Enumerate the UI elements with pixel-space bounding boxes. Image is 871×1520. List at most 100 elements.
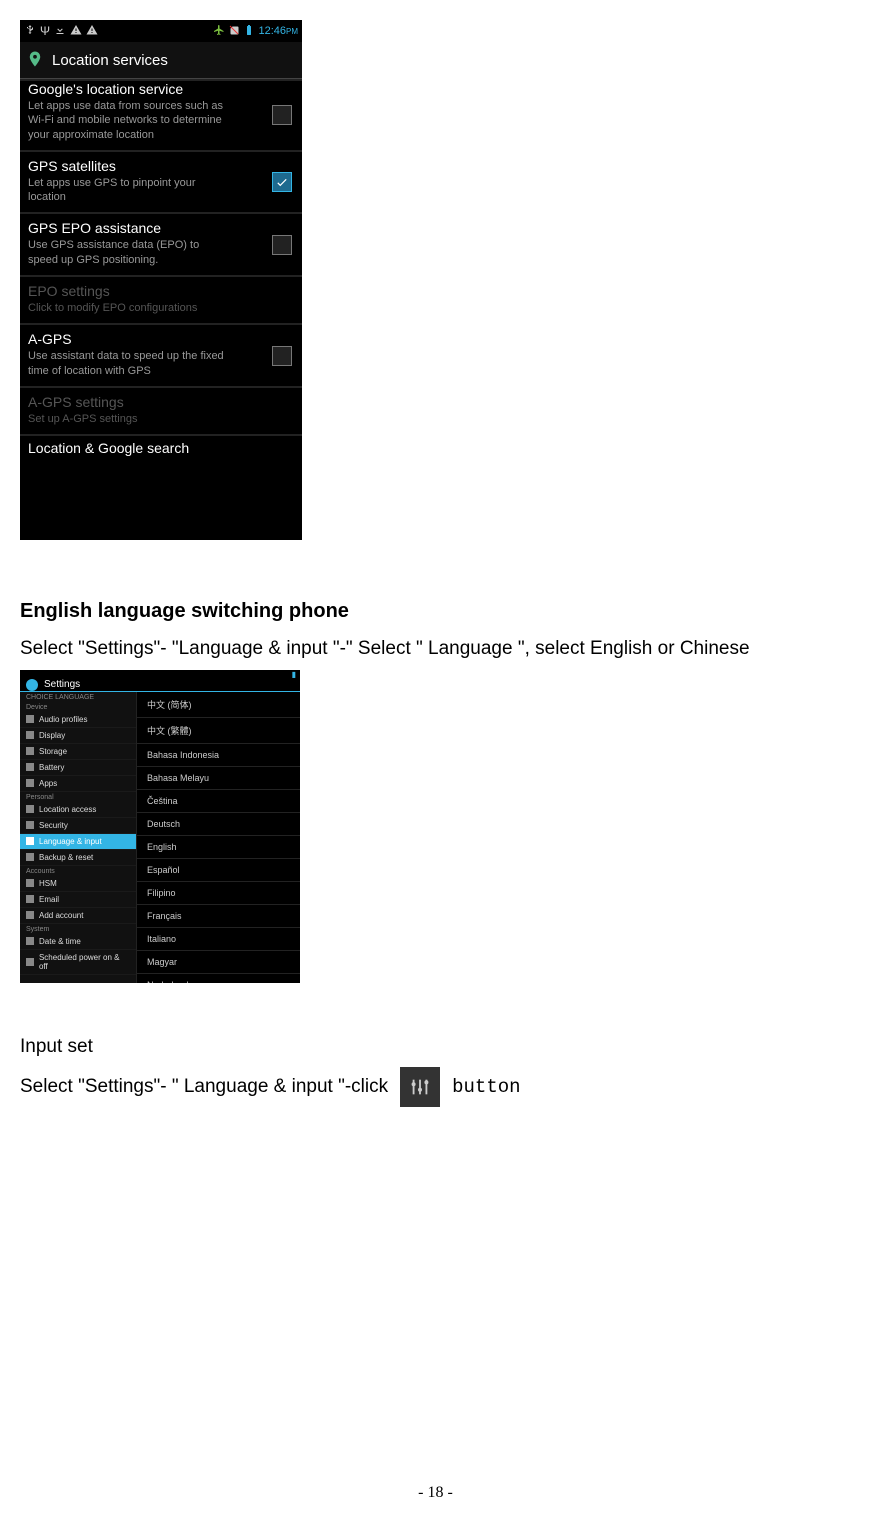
sidebar-section: System	[20, 924, 136, 934]
sidebar-item-label: Apps	[39, 779, 57, 788]
psi-icon: Ψ	[40, 24, 50, 38]
sidebar-section: Personal	[20, 792, 136, 802]
sidebar-item-label: Security	[39, 821, 68, 830]
clock-time: 12:46	[258, 25, 286, 37]
input-set-instruction-line: Select "Settings"- " Language & input "-…	[20, 1067, 841, 1107]
bullet-icon	[26, 853, 34, 861]
language-option[interactable]: Español	[137, 859, 300, 882]
language-option[interactable]: Français	[137, 905, 300, 928]
sidebar-item-label: HSM	[39, 879, 57, 888]
paragraph-input-set-prefix: Select "Settings"- " Language & input "-…	[20, 1076, 388, 1098]
language-option[interactable]: Nederlands	[137, 974, 300, 983]
sidebar-item-label: Email	[39, 895, 59, 904]
clock-ampm: PM	[286, 27, 298, 36]
sidebar-item-label: Add account	[39, 911, 83, 920]
sidebar-item[interactable]: Add account	[20, 908, 136, 924]
sidebar-item[interactable]: Apps	[20, 776, 136, 792]
bullet-icon	[26, 837, 34, 845]
setting-desc: Let apps use data from sources such as W…	[28, 99, 228, 142]
sidebar-item[interactable]: Storage	[20, 744, 136, 760]
status-bar: Ψ	[20, 20, 302, 42]
sidebar-item[interactable]: Email	[20, 892, 136, 908]
setting-agps[interactable]: A-GPS Use assistant data to speed up the…	[20, 323, 302, 386]
checkbox-unchecked[interactable]	[272, 346, 292, 366]
heading-input-set: Input set	[20, 1033, 841, 1062]
sidebar-item[interactable]: Date & time	[20, 934, 136, 950]
equalizer-icon	[409, 1076, 431, 1098]
screenshot-location-services: Ψ	[20, 20, 302, 540]
setting-title: EPO settings	[28, 283, 294, 299]
language-option[interactable]: Filipino	[137, 882, 300, 905]
language-option[interactable]: Bahasa Melayu	[137, 767, 300, 790]
screenshot-language-settings: ▮ Settings CHOICE LANGUAGE Device Audio p…	[20, 670, 300, 983]
location-icon	[26, 50, 44, 71]
bullet-icon	[26, 895, 34, 903]
battery-icon: ▮	[292, 670, 296, 679]
heading-language-switch: English language switching phone	[20, 600, 841, 623]
setting-gps-satellites[interactable]: GPS satellites Let apps use GPS to pinpo…	[20, 150, 302, 213]
sidebar-item[interactable]: Security	[20, 818, 136, 834]
language-option[interactable]: Magyar	[137, 951, 300, 974]
bullet-icon	[26, 747, 34, 755]
language-option[interactable]: Čeština	[137, 790, 300, 813]
setting-epo-settings: EPO settings Click to modify EPO configu…	[20, 275, 302, 323]
setting-location-google-search: Location & Google search	[20, 434, 302, 456]
sidebar-item[interactable]: Battery	[20, 760, 136, 776]
airplane-icon	[213, 24, 225, 39]
app-bar-2: Settings	[20, 679, 300, 692]
language-list: 中文 (简体)中文 (繁體)Bahasa IndonesiaBahasa Mel…	[137, 692, 300, 983]
sidebar-item[interactable]: Language & input	[20, 834, 136, 850]
download-icon	[54, 24, 66, 39]
setting-gps-epo[interactable]: GPS EPO assistance Use GPS assistance da…	[20, 212, 302, 275]
sidebar-item[interactable]: Audio profiles	[20, 712, 136, 728]
language-option[interactable]: 中文 (繁體)	[137, 718, 300, 744]
setting-desc: Set up A-GPS settings	[28, 412, 228, 426]
sidebar-section: Device	[20, 702, 136, 712]
setting-title: GPS EPO assistance	[28, 220, 294, 236]
language-option[interactable]: 中文 (简体)	[137, 692, 300, 718]
appbar-title: Location services	[52, 52, 168, 69]
sidebar-section: CHOICE LANGUAGE	[20, 692, 136, 702]
paragraph-language-instructions: Select "Settings"- "Language & input "-"…	[20, 635, 841, 664]
language-option[interactable]: Bahasa Indonesia	[137, 744, 300, 767]
setting-google-location[interactable]: Google's location service Let apps use d…	[20, 79, 302, 150]
sidebar-section: Accounts	[20, 866, 136, 876]
sidebar-item[interactable]: Backup & reset	[20, 850, 136, 866]
sidebar-items-container: Device Audio profiles Display Storage Batter…	[20, 702, 136, 975]
sidebar-item-label: Scheduled power on & off	[39, 953, 130, 971]
bullet-icon	[26, 958, 34, 966]
settings-sidebar: CHOICE LANGUAGE Device Audio profiles Disp…	[20, 692, 137, 983]
sidebar-item-label: Display	[39, 731, 65, 740]
bullet-icon	[26, 715, 34, 723]
bullet-icon	[26, 937, 34, 945]
sidebar-item[interactable]: Display	[20, 728, 136, 744]
appbar-2-title: Settings	[44, 679, 80, 690]
checkbox-checked[interactable]	[272, 172, 292, 192]
setting-desc: Click to modify EPO configurations	[28, 301, 228, 315]
setting-agps-settings: A-GPS settings Set up A-GPS settings	[20, 386, 302, 434]
sidebar-item-label: Backup & reset	[39, 853, 93, 862]
sidebar-item[interactable]: Location access	[20, 802, 136, 818]
gear-icon	[26, 679, 38, 691]
checkbox-unchecked[interactable]	[272, 105, 292, 125]
equalizer-button[interactable]	[400, 1067, 440, 1107]
bullet-icon	[26, 821, 34, 829]
page-number: - 18 -	[0, 1484, 871, 1502]
language-option[interactable]: Deutsch	[137, 813, 300, 836]
setting-title: GPS satellites	[28, 158, 294, 174]
sidebar-item-label: Audio profiles	[39, 715, 87, 724]
bullet-icon	[26, 779, 34, 787]
checkbox-unchecked[interactable]	[272, 235, 292, 255]
setting-desc: Use GPS assistance data (EPO) to speed u…	[28, 238, 228, 267]
language-option[interactable]: Italiano	[137, 928, 300, 951]
setting-title: Google's location service	[28, 81, 294, 97]
sidebar-item[interactable]: HSM	[20, 876, 136, 892]
sidebar-item[interactable]: Scheduled power on & off	[20, 950, 136, 975]
language-option[interactable]: English	[137, 836, 300, 859]
bullet-icon	[26, 879, 34, 887]
sidebar-item-label: Language & input	[39, 837, 102, 846]
bullet-icon	[26, 911, 34, 919]
sidebar-item-label: Storage	[39, 747, 67, 756]
app-bar: Location services	[20, 42, 302, 79]
bullet-icon	[26, 731, 34, 739]
